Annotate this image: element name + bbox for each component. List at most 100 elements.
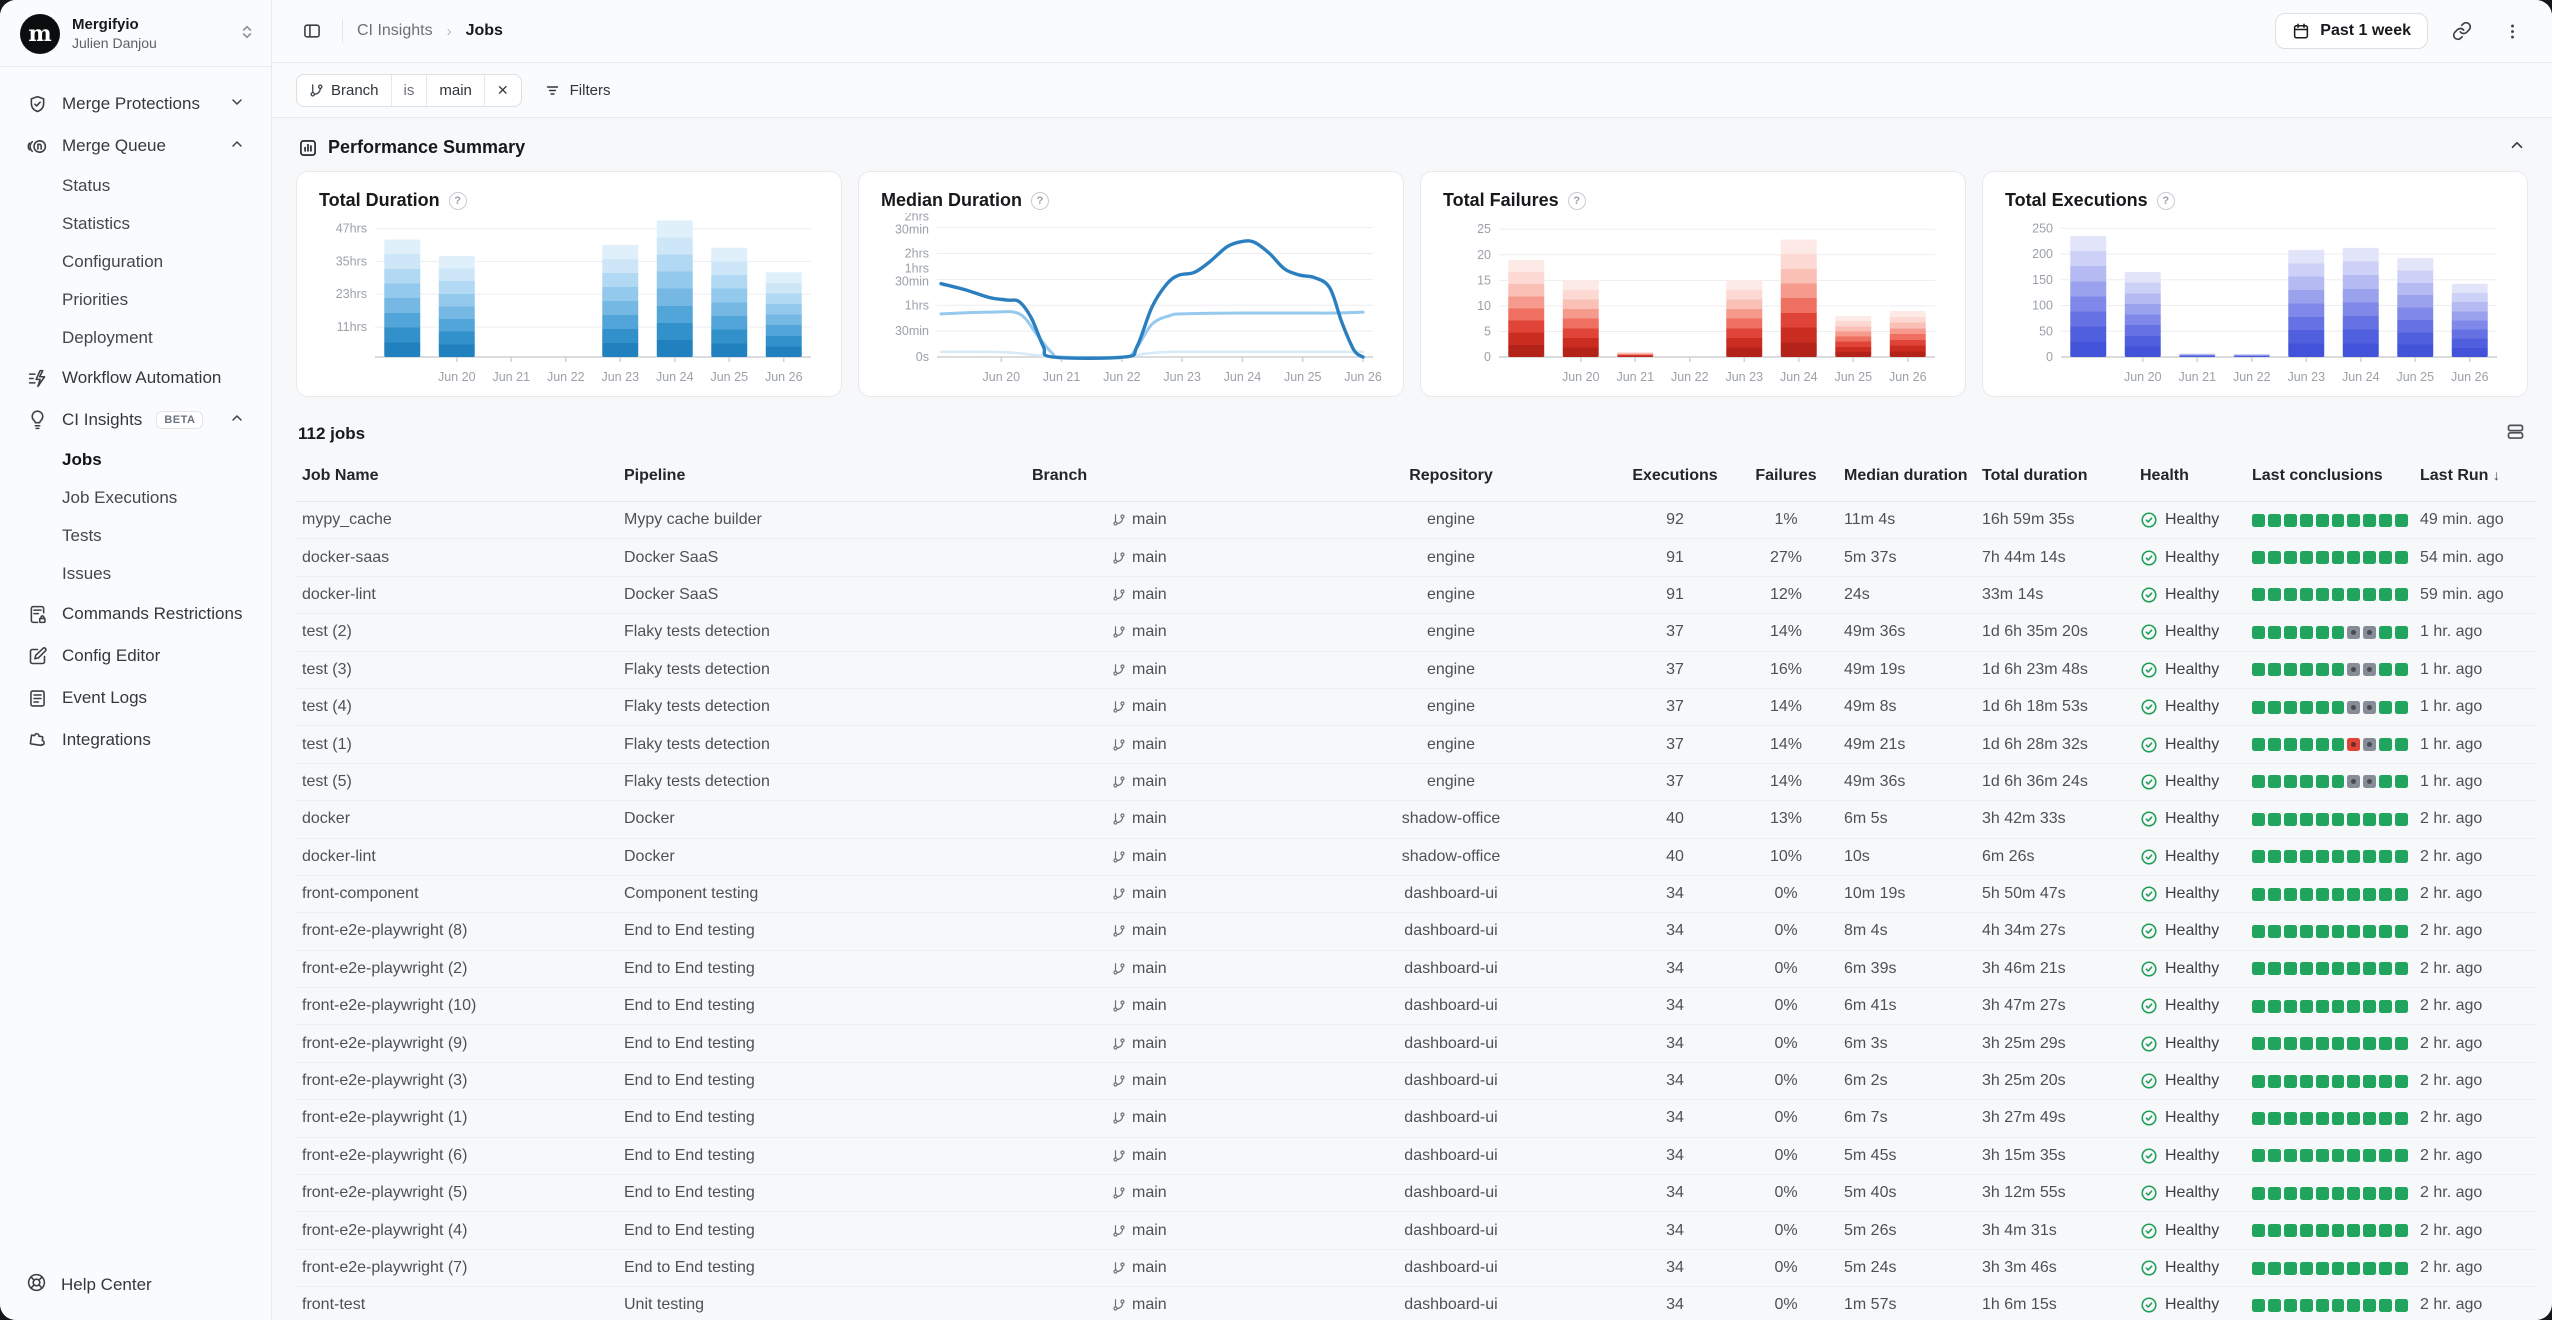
conclusion-neutral[interactable] bbox=[2363, 701, 2376, 714]
conclusion-success[interactable] bbox=[2347, 888, 2360, 901]
conclusion-success[interactable] bbox=[2395, 775, 2408, 788]
conclusion-success[interactable] bbox=[2332, 1112, 2345, 1125]
help-circle-icon[interactable]: ? bbox=[1031, 192, 1049, 210]
conclusion-success[interactable] bbox=[2268, 626, 2281, 639]
conclusion-success[interactable] bbox=[2395, 738, 2408, 751]
conclusion-success[interactable] bbox=[2332, 850, 2345, 863]
conclusion-neutral[interactable] bbox=[2363, 626, 2376, 639]
sidebar-item-job-executions[interactable]: Job Executions bbox=[10, 479, 261, 517]
job-row[interactable]: test (5)Flaky tests detectionmainengine3… bbox=[296, 763, 2536, 800]
job-row[interactable]: test (2)Flaky tests detectionmainengine3… bbox=[296, 614, 2536, 651]
col-median-duration[interactable]: Median duration bbox=[1838, 453, 1976, 502]
conclusion-success[interactable] bbox=[2395, 626, 2408, 639]
conclusion-success[interactable] bbox=[2395, 701, 2408, 714]
conclusion-success[interactable] bbox=[2300, 925, 2313, 938]
conclusion-success[interactable] bbox=[2268, 663, 2281, 676]
conclusion-success[interactable] bbox=[2347, 1112, 2360, 1125]
conclusion-success[interactable] bbox=[2332, 813, 2345, 826]
conclusion-success[interactable] bbox=[2268, 775, 2281, 788]
conclusion-success[interactable] bbox=[2363, 925, 2376, 938]
col-repository[interactable]: Repository bbox=[1286, 453, 1616, 502]
conclusion-success[interactable] bbox=[2268, 813, 2281, 826]
conclusion-success[interactable] bbox=[2252, 1075, 2265, 1088]
conclusion-success[interactable] bbox=[2347, 1299, 2360, 1312]
job-row[interactable]: front-e2e-playwright (1)End to End testi… bbox=[296, 1100, 2536, 1137]
conclusion-success[interactable] bbox=[2268, 850, 2281, 863]
conclusion-success[interactable] bbox=[2300, 888, 2313, 901]
conclusion-success[interactable] bbox=[2252, 514, 2265, 527]
conclusion-success[interactable] bbox=[2252, 1112, 2265, 1125]
conclusion-success[interactable] bbox=[2284, 514, 2297, 527]
conclusion-success[interactable] bbox=[2268, 1262, 2281, 1275]
conclusion-success[interactable] bbox=[2284, 1262, 2297, 1275]
job-row[interactable]: mypy_cacheMypy cache buildermainengine92… bbox=[296, 502, 2536, 539]
job-row[interactable]: front-e2e-playwright (5)End to End testi… bbox=[296, 1175, 2536, 1212]
conclusion-success[interactable] bbox=[2252, 962, 2265, 975]
conclusion-success[interactable] bbox=[2395, 514, 2408, 527]
conclusion-success[interactable] bbox=[2316, 925, 2329, 938]
sidebar-item-tests[interactable]: Tests bbox=[10, 517, 261, 555]
job-row[interactable]: front-testUnit testingmaindashboard-ui34… bbox=[296, 1287, 2536, 1320]
conclusion-success[interactable] bbox=[2284, 1037, 2297, 1050]
conclusion-success[interactable] bbox=[2300, 1000, 2313, 1013]
conclusion-success[interactable] bbox=[2363, 888, 2376, 901]
conclusion-success[interactable] bbox=[2316, 1037, 2329, 1050]
conclusion-success[interactable] bbox=[2252, 888, 2265, 901]
conclusion-success[interactable] bbox=[2379, 663, 2392, 676]
conclusion-success[interactable] bbox=[2316, 551, 2329, 564]
conclusion-success[interactable] bbox=[2347, 1224, 2360, 1237]
job-row[interactable]: front-e2e-playwright (9)End to End testi… bbox=[296, 1025, 2536, 1062]
conclusion-success[interactable] bbox=[2284, 1075, 2297, 1088]
conclusion-success[interactable] bbox=[2332, 514, 2345, 527]
conclusion-success[interactable] bbox=[2268, 1299, 2281, 1312]
conclusion-success[interactable] bbox=[2252, 701, 2265, 714]
conclusion-success[interactable] bbox=[2284, 701, 2297, 714]
conclusion-success[interactable] bbox=[2379, 738, 2392, 751]
sidebar-item-deployment[interactable]: Deployment bbox=[10, 319, 261, 357]
conclusion-success[interactable] bbox=[2347, 1037, 2360, 1050]
conclusion-success[interactable] bbox=[2395, 1187, 2408, 1200]
conclusion-success[interactable] bbox=[2332, 775, 2345, 788]
job-row[interactable]: front-e2e-playwright (7)End to End testi… bbox=[296, 1249, 2536, 1286]
conclusion-success[interactable] bbox=[2300, 1299, 2313, 1312]
conclusion-success[interactable] bbox=[2395, 813, 2408, 826]
conclusion-success[interactable] bbox=[2395, 1149, 2408, 1162]
conclusion-success[interactable] bbox=[2316, 663, 2329, 676]
conclusion-neutral[interactable] bbox=[2363, 738, 2376, 751]
conclusion-success[interactable] bbox=[2363, 962, 2376, 975]
conclusion-success[interactable] bbox=[2332, 663, 2345, 676]
conclusion-success[interactable] bbox=[2395, 1262, 2408, 1275]
conclusion-success[interactable] bbox=[2284, 1000, 2297, 1013]
job-row[interactable]: test (1)Flaky tests detectionmainengine3… bbox=[296, 726, 2536, 763]
col-total-duration[interactable]: Total duration bbox=[1976, 453, 2134, 502]
sidebar-item-configuration[interactable]: Configuration bbox=[10, 243, 261, 281]
conclusion-success[interactable] bbox=[2347, 1000, 2360, 1013]
job-row[interactable]: test (3)Flaky tests detectionmainengine3… bbox=[296, 651, 2536, 688]
sidebar-item-ci-insights[interactable]: CI Insights BETA bbox=[10, 399, 261, 441]
conclusion-success[interactable] bbox=[2252, 850, 2265, 863]
conclusion-success[interactable] bbox=[2268, 1075, 2281, 1088]
conclusion-success[interactable] bbox=[2300, 626, 2313, 639]
conclusion-success[interactable] bbox=[2379, 1075, 2392, 1088]
conclusion-success[interactable] bbox=[2300, 738, 2313, 751]
conclusion-success[interactable] bbox=[2332, 962, 2345, 975]
col-pipeline[interactable]: Pipeline bbox=[618, 453, 986, 502]
conclusion-success[interactable] bbox=[2395, 888, 2408, 901]
help-circle-icon[interactable]: ? bbox=[449, 192, 467, 210]
sidebar-item-status[interactable]: Status bbox=[10, 167, 261, 205]
conclusion-success[interactable] bbox=[2300, 962, 2313, 975]
conclusion-success[interactable] bbox=[2332, 551, 2345, 564]
conclusion-success[interactable] bbox=[2379, 551, 2392, 564]
branch-filter-chip[interactable]: Branch is main ✕ bbox=[296, 74, 522, 107]
conclusion-success[interactable] bbox=[2316, 1112, 2329, 1125]
conclusion-success[interactable] bbox=[2252, 925, 2265, 938]
col-executions[interactable]: Executions bbox=[1616, 453, 1734, 502]
conclusion-success[interactable] bbox=[2347, 1075, 2360, 1088]
conclusion-success[interactable] bbox=[2347, 551, 2360, 564]
conclusion-success[interactable] bbox=[2268, 514, 2281, 527]
conclusion-success[interactable] bbox=[2300, 1037, 2313, 1050]
conclusion-success[interactable] bbox=[2395, 1112, 2408, 1125]
conclusion-success[interactable] bbox=[2363, 1262, 2376, 1275]
conclusion-success[interactable] bbox=[2284, 663, 2297, 676]
conclusion-success[interactable] bbox=[2332, 925, 2345, 938]
